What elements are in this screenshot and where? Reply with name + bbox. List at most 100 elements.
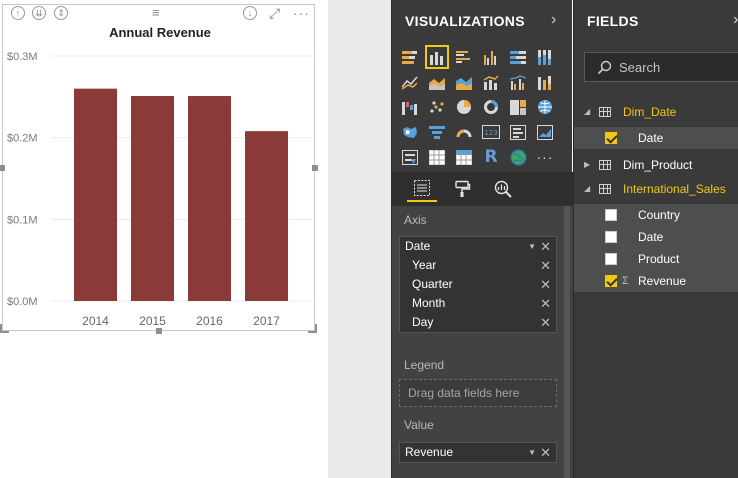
column-chart-visual[interactable]: ↑ ⇊ ⇕ ≡ ↓ ⤢ ··· Annual Revenue $0.0M $0.1… — [0, 4, 318, 334]
close-icon[interactable]: ✕ — [540, 443, 551, 462]
collapse-visualizations-chevron-icon[interactable]: › — [551, 11, 556, 29]
table-dim-product[interactable]: ▶ Dim_Product — [574, 154, 738, 176]
area-chart-icon[interactable] — [427, 72, 447, 92]
stacked-column-chart-icon[interactable] — [425, 45, 449, 69]
expanded-triangle-icon[interactable]: ◢ — [584, 101, 590, 123]
close-icon[interactable]: ✕ — [540, 294, 551, 313]
field-name: Date — [638, 131, 664, 145]
donut-chart-icon[interactable] — [481, 97, 501, 117]
axis-child-year[interactable]: Year ✕ — [400, 256, 556, 275]
axis-child-day[interactable]: Day ✕ — [400, 313, 556, 332]
visualization-pane-tabs — [392, 172, 573, 206]
visualizations-pane: VISUALIZATIONS › 123 R ··· Axis Date ▼ ✕… — [391, 0, 573, 478]
r-script-visual-icon[interactable]: R — [481, 147, 501, 167]
stacked-area-chart-icon[interactable] — [454, 72, 474, 92]
unchecked-checkbox[interactable] — [605, 253, 617, 265]
filled-map-icon[interactable] — [400, 122, 420, 142]
field-date[interactable]: Date — [574, 226, 738, 248]
canvas-background — [328, 0, 391, 478]
multi-row-card-icon[interactable] — [508, 122, 528, 142]
legend-well-label: Legend — [404, 358, 445, 372]
line-chart-icon[interactable] — [400, 72, 420, 92]
table-dim-date[interactable]: ◢ Dim_Date — [574, 101, 738, 123]
resize-handle-right[interactable] — [312, 165, 318, 171]
analytics-tab-icon[interactable] — [488, 176, 518, 202]
field-dim-date-date[interactable]: Date — [574, 127, 738, 149]
value-field-revenue[interactable]: Revenue ▼ ✕ — [400, 443, 556, 462]
field-revenue[interactable]: Σ Revenue — [574, 270, 738, 292]
resize-handle-left[interactable] — [0, 165, 5, 171]
close-icon[interactable]: ✕ — [540, 275, 551, 294]
field-name: Revenue — [638, 274, 687, 288]
format-tab-icon[interactable] — [447, 176, 477, 202]
bar-2017[interactable] — [245, 131, 288, 301]
axis-field-label: Date — [405, 239, 431, 253]
resize-corner-bottom-right[interactable] — [308, 324, 317, 333]
map-icon[interactable] — [535, 97, 555, 117]
close-icon[interactable]: ✕ — [540, 256, 551, 275]
value-well-label: Value — [404, 418, 434, 432]
chevron-down-icon[interactable]: ▼ — [528, 237, 536, 256]
clustered-column-chart-icon[interactable] — [481, 47, 501, 67]
treemap-icon[interactable] — [508, 97, 528, 117]
fields-pane: FIELDS › Search ◢ Dim_Date Date ▶ Dim_Pr… — [573, 0, 738, 478]
checked-checkbox[interactable] — [605, 132, 617, 144]
table-visual-icon[interactable] — [427, 147, 447, 167]
svg-text:123: 123 — [484, 129, 497, 137]
fields-tab-icon[interactable] — [407, 176, 437, 202]
ribbon-chart-icon[interactable] — [535, 72, 555, 92]
arcgis-map-icon[interactable] — [508, 147, 528, 167]
x-tick-label: 2014 — [82, 314, 109, 328]
chevron-down-icon[interactable]: ▼ — [528, 443, 536, 462]
close-icon[interactable]: ✕ — [540, 237, 551, 256]
funnel-chart-icon[interactable] — [427, 122, 447, 142]
scatter-chart-icon[interactable] — [427, 97, 447, 117]
bar-2014[interactable] — [74, 88, 117, 302]
expanded-triangle-icon[interactable]: ◢ — [584, 178, 590, 200]
stacked-bar-chart-icon[interactable] — [400, 47, 420, 67]
slicer-icon[interactable] — [400, 147, 420, 167]
legend-well[interactable]: Drag data fields here — [399, 379, 557, 407]
field-country[interactable]: Country — [574, 204, 738, 226]
close-icon[interactable]: ✕ — [540, 313, 551, 332]
100-stacked-column-chart-icon[interactable] — [535, 47, 555, 67]
legend-well-placeholder: Drag data fields here — [408, 386, 520, 400]
chart-title: Annual Revenue — [109, 25, 211, 40]
x-tick-label: 2016 — [196, 314, 223, 328]
wells-scrollbar[interactable] — [564, 206, 570, 478]
bar-2016[interactable] — [188, 96, 231, 302]
kpi-icon[interactable] — [535, 122, 555, 142]
clustered-bar-chart-icon[interactable] — [454, 47, 474, 67]
value-field-label: Revenue — [405, 445, 454, 459]
unchecked-checkbox[interactable] — [605, 209, 617, 221]
collapsed-triangle-icon[interactable]: ▶ — [584, 154, 590, 176]
line-and-stacked-column-chart-icon[interactable] — [481, 72, 501, 92]
100-stacked-bar-chart-icon[interactable] — [508, 47, 528, 67]
waterfall-chart-icon[interactable] — [400, 97, 420, 117]
table-name: International_Sales — [623, 182, 726, 196]
field-name: Country — [638, 208, 681, 222]
field-product[interactable]: Product — [574, 248, 738, 270]
resize-handle-bottom[interactable] — [156, 328, 162, 334]
value-well[interactable]: Revenue ▼ ✕ — [399, 442, 557, 463]
gauge-icon[interactable] — [454, 122, 474, 142]
table-international-sales[interactable]: ◢ International_Sales — [574, 178, 738, 200]
card-icon[interactable]: 123 — [481, 122, 501, 142]
field-name: Date — [638, 230, 664, 244]
collapse-fields-chevron-icon[interactable]: › — [733, 11, 738, 29]
axis-field-date[interactable]: Date ▼ ✕ — [400, 237, 556, 256]
axis-child-month[interactable]: Month ✕ — [400, 294, 556, 313]
fields-title: FIELDS — [587, 13, 639, 29]
more-visuals-icon[interactable]: ··· — [535, 147, 555, 167]
matrix-icon[interactable] — [454, 147, 474, 167]
bar-2015[interactable] — [131, 96, 174, 302]
fields-search-input[interactable]: Search — [584, 52, 738, 82]
axis-child-quarter[interactable]: Quarter ✕ — [400, 275, 556, 294]
axis-well[interactable]: Date ▼ ✕ Year ✕ Quarter ✕ Month ✕ Day ✕ — [399, 236, 557, 333]
line-and-clustered-column-chart-icon[interactable] — [508, 72, 528, 92]
field-name: Product — [638, 252, 680, 266]
unchecked-checkbox[interactable] — [605, 231, 617, 243]
checked-checkbox[interactable] — [605, 275, 617, 287]
resize-corner-bottom-left[interactable] — [0, 324, 9, 333]
pie-chart-icon[interactable] — [454, 97, 474, 117]
